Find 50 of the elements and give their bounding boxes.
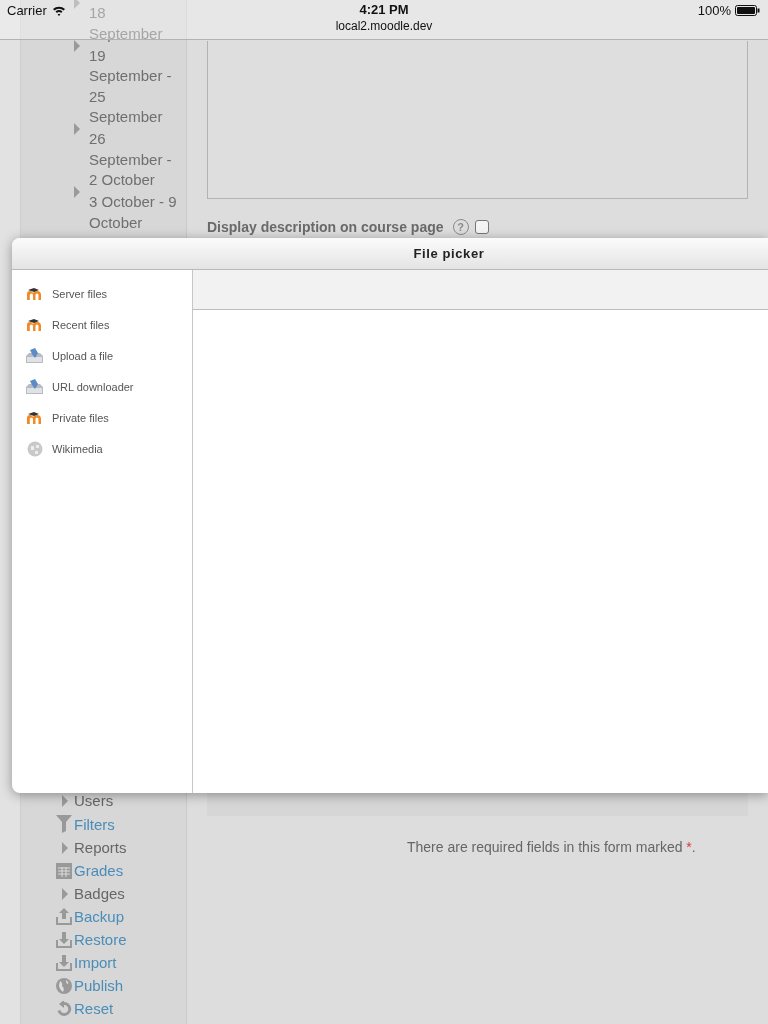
required-fields-note: There are required fields in this form marked *. [407,839,697,855]
repository-link[interactable]: Server files [52,287,108,300]
expand-triangle-icon [73,123,81,135]
expand-triangle-icon [73,186,81,198]
admin-link[interactable]: Restore [74,931,127,948]
expand-triangle-icon [73,39,81,52]
repository-link[interactable]: Recent files [52,318,110,331]
table-icon [55,862,72,879]
repository-link[interactable]: Upload a file [52,349,114,362]
admin-link[interactable]: Grades [74,862,124,879]
expand-triangle-icon [61,841,69,854]
repository-link[interactable]: Private files [52,411,109,424]
admin-link[interactable]: Filters [74,815,115,833]
expand-triangle-icon [61,887,69,900]
checkbox[interactable] [474,220,489,234]
week-link[interactable]: 19 September - 25 September [89,45,179,128]
inbox-tray-icon [26,379,43,394]
wifi-icon [51,5,66,16]
download-tray-icon [55,931,72,948]
moodle-logo-icon [26,411,43,424]
globe-icon [55,977,72,994]
funnel-icon [55,815,72,833]
expand-triangle-icon [73,0,81,9]
admin-link[interactable]: Publish [74,977,124,994]
inbox-tray-icon [26,348,43,363]
download-tray-icon [55,954,72,971]
carrier-label: Carrier [7,3,47,18]
reset-icon [55,1000,72,1017]
admin-link[interactable]: Reset [74,1000,114,1017]
expand-triangle-icon [61,794,69,807]
clock-time: 4:21 PM [359,2,409,18]
repository-link[interactable]: Wikimedia [52,442,103,455]
menu-branch[interactable]: Users [74,792,114,809]
battery-icon [735,5,760,16]
moodle-logo-icon [26,287,43,300]
week-link[interactable]: 18 September [89,3,179,44]
dialog-title: File picker [413,246,485,261]
moodle-logo-icon [26,318,43,331]
url-address[interactable]: local2.moodle.dev [335,18,433,34]
menu-branch[interactable]: Badges [74,885,125,902]
repository-link[interactable]: URL downloader [52,380,134,393]
week-link[interactable]: 3 October - 9 October [89,192,179,233]
menu-branch[interactable]: Reports [74,839,127,856]
week-link[interactable]: 26 September - 2 October [89,129,179,191]
admin-link[interactable]: Import [74,954,117,971]
option-label: Display description on course page [207,219,444,235]
upload-tray-icon [55,908,72,925]
battery-percent: 100% [697,3,731,18]
globe-sphere-icon [26,440,43,457]
admin-link[interactable]: Backup [74,908,125,925]
